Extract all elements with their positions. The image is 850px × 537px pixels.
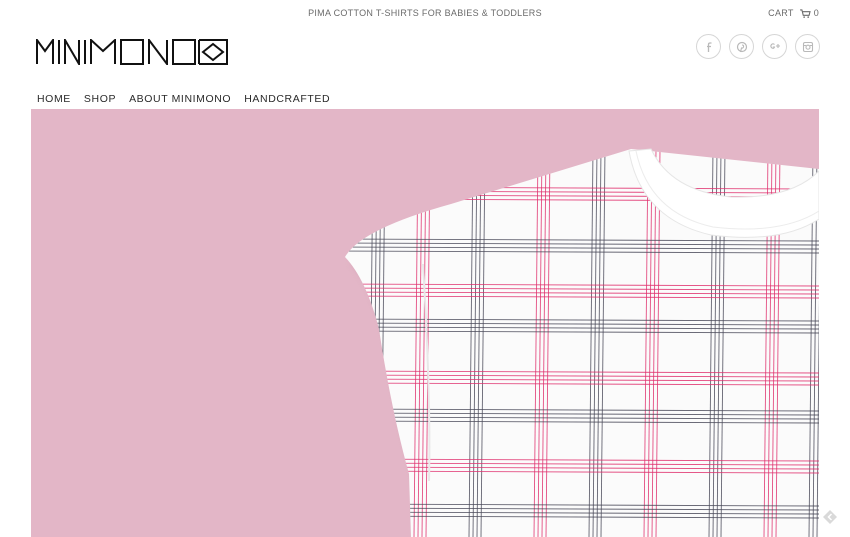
instagram-icon xyxy=(802,41,813,52)
cart-label: CART xyxy=(768,8,794,18)
cart-link[interactable]: CART 0 xyxy=(768,8,819,18)
cart-count: 0 xyxy=(813,8,819,18)
nav-item-home[interactable]: HOME xyxy=(37,93,71,105)
scroll-top-icon[interactable] xyxy=(822,509,838,525)
site-logo[interactable] xyxy=(36,39,229,65)
hero-tshirt-image xyxy=(31,109,819,537)
nav-item-handcrafted[interactable]: HANDCRAFTED xyxy=(244,93,330,105)
pinterest-button[interactable] xyxy=(729,34,754,59)
pinterest-icon xyxy=(736,41,747,52)
google-plus-button[interactable] xyxy=(762,34,787,59)
hero-banner xyxy=(31,109,819,537)
instagram-button[interactable] xyxy=(795,34,820,59)
nav-item-about[interactable]: ABOUT MINIMONO xyxy=(129,93,231,105)
google-plus-icon xyxy=(769,42,780,49)
main-nav: HOME SHOP ABOUT MINIMONO HANDCRAFTED xyxy=(37,93,330,105)
facebook-button[interactable] xyxy=(696,34,721,59)
nav-item-shop[interactable]: SHOP xyxy=(84,93,116,105)
cart-icon xyxy=(799,8,811,18)
facebook-icon xyxy=(706,41,711,52)
social-links xyxy=(696,34,820,59)
header-tagline: PIMA COTTON T-SHIRTS FOR BABIES & TODDLE… xyxy=(308,8,542,18)
